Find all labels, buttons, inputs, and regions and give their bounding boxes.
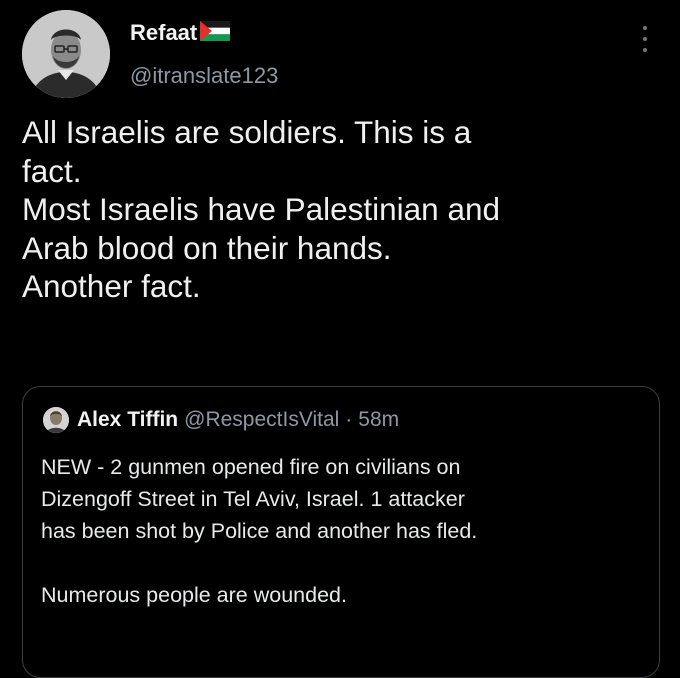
author-name[interactable]: Refaat	[130, 20, 197, 46]
more-dot	[643, 26, 647, 30]
tweet-card: Refaat @itranslate123 All Israelis are s…	[0, 0, 680, 678]
separator-dot: ·	[345, 408, 353, 431]
palestine-flag-icon	[200, 20, 231, 46]
quoted-author-avatar[interactable]	[43, 407, 69, 433]
quoted-author-name[interactable]: Alex Tiffin	[77, 408, 178, 432]
quoted-author-handle[interactable]: @RespectIsVital	[184, 408, 339, 432]
quoted-tweet-text: NEW - 2 gunmen opened fire on civilians …	[41, 455, 478, 607]
tweet-text: All Israelis are soldiers. This is a fac…	[22, 114, 501, 304]
more-options-icon[interactable]	[638, 26, 652, 52]
author-avatar[interactable]	[22, 10, 110, 98]
quoted-timestamp[interactable]: 58m	[358, 408, 399, 432]
more-dot	[643, 48, 647, 52]
author-name-row[interactable]: Refaat	[130, 20, 231, 46]
author-handle[interactable]: @itranslate123	[130, 63, 278, 89]
quoted-tweet[interactable]: Alex Tiffin @RespectIsVital · 58m NEW - …	[22, 386, 660, 678]
more-dot	[643, 37, 647, 41]
quoted-tweet-header: Alex Tiffin @RespectIsVital · 58m	[43, 407, 399, 433]
